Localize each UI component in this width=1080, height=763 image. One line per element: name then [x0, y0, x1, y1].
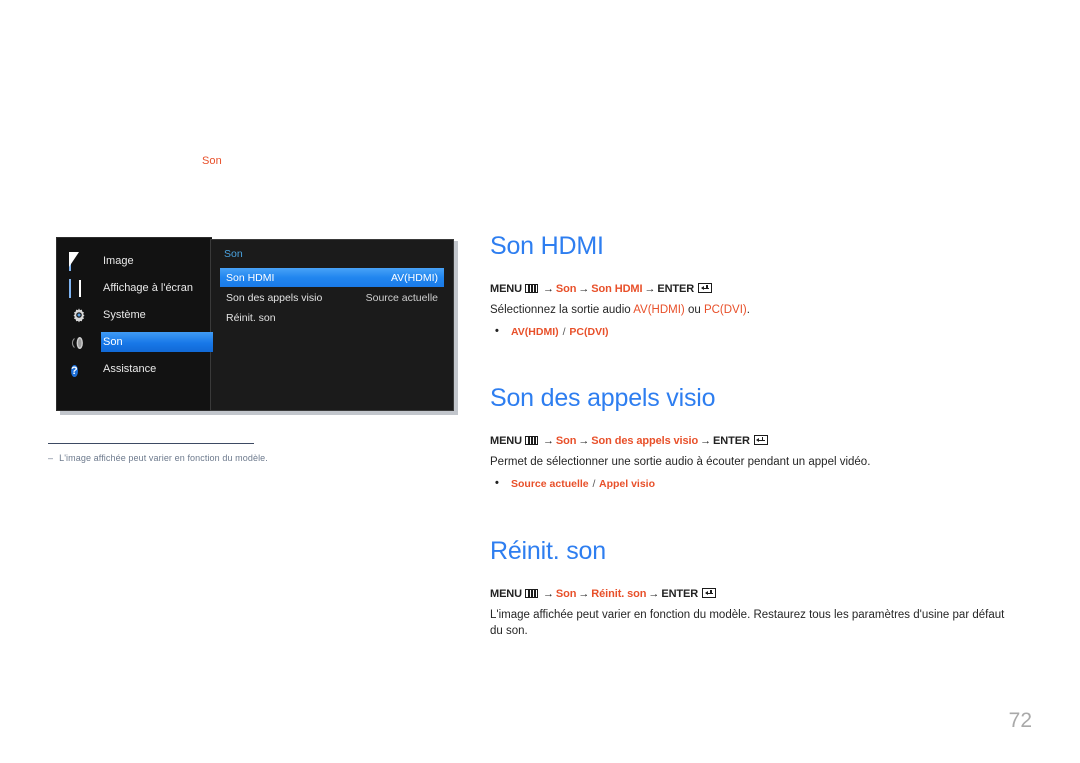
osd-row-value: AV(HDMI)	[390, 271, 438, 284]
option-second: PC(DVI)	[569, 326, 609, 338]
osd-submenu-panel: Son Son HDMI AV(HDMI) Son des appels vis…	[210, 239, 454, 411]
menu-label: MENU	[490, 588, 522, 600]
osd-panel-list: Son HDMI AV(HDMI) Son des appels visio S…	[220, 268, 444, 328]
option-first: AV(HDMI)	[511, 326, 559, 338]
footnote-text: L'image affichée peut varier en fonction…	[59, 453, 268, 463]
menu-label: MENU	[490, 435, 522, 447]
osd-row-label: Réinit. son	[226, 311, 276, 324]
menu-bars-icon	[525, 284, 538, 293]
osd-panel-title: Son	[224, 248, 243, 260]
description-post: .	[746, 304, 750, 316]
enter-key-icon	[702, 588, 717, 598]
option-first: Source actuelle	[511, 478, 589, 490]
osd-sidebar: Image Affichage à l'écran Système Son ? …	[56, 237, 213, 411]
page-number: 72	[1008, 709, 1032, 732]
enter-label: ENTER	[713, 435, 750, 447]
path-arrow: →	[543, 435, 554, 447]
footnote-divider	[48, 443, 254, 444]
section-description: Sélectionnez la sortie audio AV(HDMI) ou…	[490, 302, 1030, 318]
section-description: L'image affichée peut varier en fonction…	[490, 609, 1005, 637]
osd-row-label: Son des appels visio	[226, 291, 323, 304]
osd-sidebar-list: Image Affichage à l'écran Système Son ? …	[57, 248, 213, 383]
osd-row-value: Source actuelle	[365, 291, 438, 304]
description-mid: ou	[684, 304, 704, 316]
sidebar-item-label: Assistance	[103, 363, 157, 375]
sidebar-item-sound[interactable]: Son	[57, 329, 213, 355]
section-options: Source actuelle / Appel visio	[490, 477, 1030, 490]
menu-path: MENU → Son → Réinit. son → ENTER	[490, 588, 1030, 600]
menu-label: MENU	[490, 283, 522, 295]
picture-icon	[69, 252, 91, 271]
sidebar-item-image[interactable]: Image	[57, 248, 213, 274]
path-crumb-1: Son	[555, 435, 577, 447]
section-son-hdmi: Son HDMI MENU → Son → Son HDMI → ENTER Sélecti…	[490, 232, 1030, 338]
gear-icon	[69, 307, 91, 323]
menu-bars-icon	[525, 589, 538, 598]
sidebar-item-support[interactable]: ? Assistance	[57, 356, 213, 382]
help-circle-icon: ?	[71, 365, 78, 377]
footnote-dash: ‒	[48, 453, 54, 463]
osd-screenshot: Image Affichage à l'écran Système Son ? …	[56, 237, 458, 415]
sidebar-item-label: Système	[103, 309, 146, 321]
page-title: Réinit. son	[490, 537, 606, 565]
manual-page: Son Image Affichage à l'écran Système So…	[0, 0, 1080, 763]
menu-path: MENU → Son → Son des appels visio → ENTER	[490, 435, 1030, 447]
sidebar-item-label: Image	[103, 255, 134, 267]
enter-key-icon	[698, 283, 713, 293]
description-pre: Sélectionnez la sortie audio	[490, 304, 634, 316]
path-crumb-2: Son HDMI	[591, 283, 643, 295]
osd-grid-icon	[69, 279, 91, 298]
osd-row-reinit-son[interactable]: Réinit. son	[220, 308, 444, 327]
enter-key-icon	[753, 435, 768, 445]
description-option-1: AV(HDMI)	[633, 304, 685, 316]
path-arrow: →	[578, 283, 590, 295]
osd-row-son-hdmi[interactable]: Son HDMI AV(HDMI)	[220, 268, 444, 287]
option-separator: /	[592, 478, 596, 490]
enter-label: ENTER	[657, 283, 695, 295]
path-crumb-1: Son	[555, 588, 577, 600]
path-arrow: →	[648, 588, 660, 600]
menu-path: MENU → Son → Son HDMI → ENTER	[490, 283, 1030, 295]
option-second: Appel visio	[599, 478, 656, 490]
footnote: ‒ L'image affichée peut varier en fonctio…	[48, 453, 268, 463]
sidebar-item-system[interactable]: Système	[57, 302, 213, 328]
breadcrumb: Son	[202, 155, 222, 167]
path-arrow: →	[644, 283, 656, 295]
enter-label: ENTER	[661, 588, 699, 600]
section-options: AV(HDMI) / PC(DVI)	[490, 325, 1030, 338]
sidebar-item-label: Affichage à l'écran	[103, 282, 193, 294]
menu-bars-icon	[525, 436, 538, 445]
path-crumb-2: Son des appels visio	[591, 435, 699, 447]
path-arrow: →	[578, 435, 590, 447]
description-option-2: PC(DVI)	[703, 304, 747, 316]
path-crumb-2: Réinit. son	[591, 588, 647, 600]
path-crumb-1: Son	[555, 283, 577, 295]
sidebar-item-label: Son	[103, 336, 123, 348]
sound-icon	[69, 334, 91, 350]
path-arrow: →	[543, 283, 554, 295]
page-title: Son HDMI	[490, 232, 604, 260]
sidebar-item-osd[interactable]: Affichage à l'écran	[57, 275, 213, 301]
section-description: Permet de sélectionner une sortie audio …	[490, 456, 871, 468]
path-arrow: →	[578, 588, 590, 600]
path-arrow: →	[700, 435, 712, 447]
osd-row-label: Son HDMI	[226, 271, 275, 284]
section-son-des-appels-visio: Son des appels visio MENU → Son → Son des ap…	[490, 384, 1030, 490]
page-title: Son des appels visio	[490, 384, 716, 412]
path-arrow: →	[543, 588, 554, 600]
option-separator: /	[562, 326, 566, 338]
section-reinit-son: Réinit. son MENU → Son → Réinit. son → ENTER L…	[490, 537, 1030, 639]
osd-row-son-appels-visio[interactable]: Son des appels visio Source actuelle	[220, 288, 444, 307]
